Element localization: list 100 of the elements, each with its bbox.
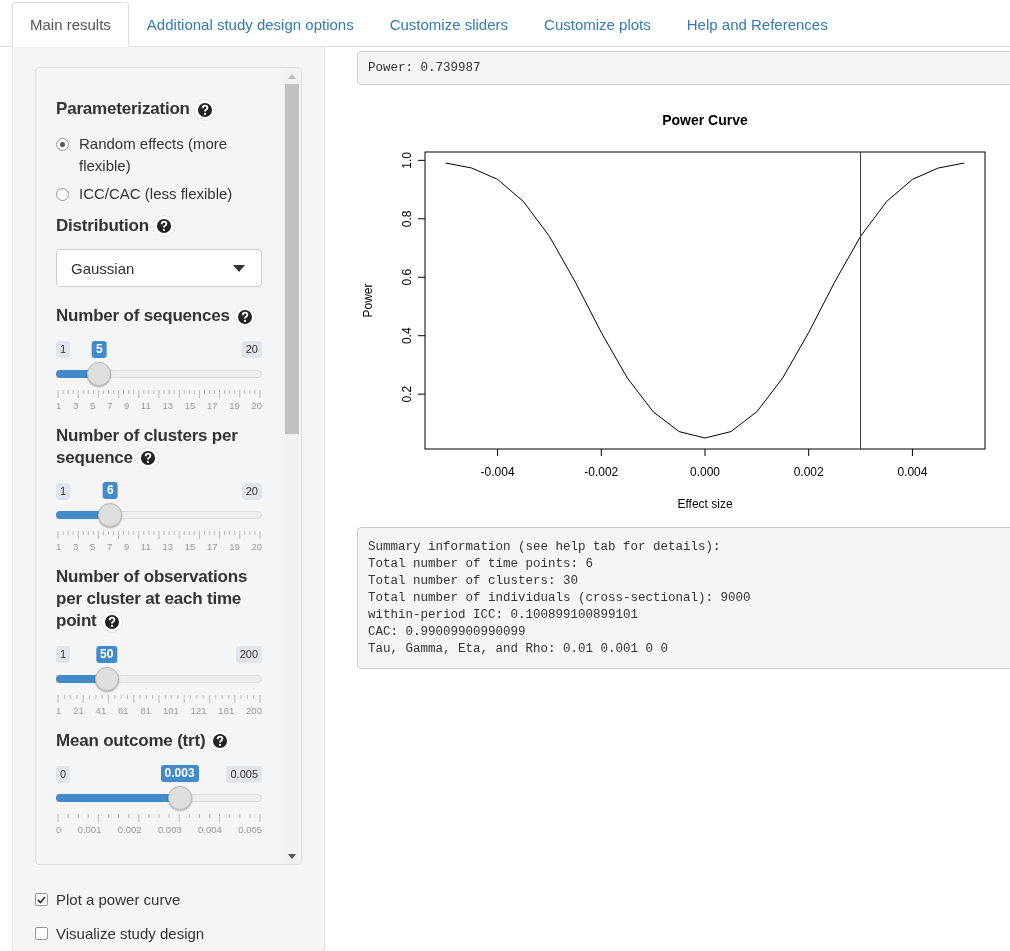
tab[interactable]: Customize plots xyxy=(526,2,669,47)
help-icon[interactable] xyxy=(136,447,159,470)
slider-control[interactable] xyxy=(56,361,262,386)
section-heading: Mean outcome (trt) xyxy=(56,729,262,753)
checkbox[interactable] xyxy=(35,927,48,940)
y-tick-label: 0.8 xyxy=(400,210,414,228)
slider-control[interactable] xyxy=(56,666,262,691)
radio-label: Random effects (more flexible) xyxy=(79,133,229,176)
y-tick-label: 0.4 xyxy=(400,327,414,345)
tick-label: 1 xyxy=(56,541,62,553)
tick-label: 0 xyxy=(56,824,62,836)
summary-line: Summary information (see help tab for details): xyxy=(368,540,722,554)
tick-label: 17 xyxy=(206,399,218,411)
x-tick-label: 0.002 xyxy=(793,465,824,479)
help-icon[interactable] xyxy=(100,610,123,633)
slider-max-label: 20 xyxy=(241,341,262,359)
y-tick-label: 0.6 xyxy=(400,268,414,286)
tick-label: 17 xyxy=(206,541,218,553)
tick-label: 3 xyxy=(72,541,79,553)
caret-icon xyxy=(233,264,245,272)
tick-label: 7 xyxy=(106,399,113,411)
summary-line: CAC: 0.99009900990099 xyxy=(368,625,527,639)
tick-label: 19 xyxy=(229,541,240,553)
section-heading: Parameterization xyxy=(56,98,262,121)
tick-label: 20 xyxy=(251,541,262,553)
y-axis-label: Power xyxy=(361,283,375,318)
checkbox-label: Plot a power curve xyxy=(56,891,181,908)
tick-label: 0.001 xyxy=(77,824,102,836)
scroll-down-icon[interactable] xyxy=(287,853,296,859)
slider-max-label: 200 xyxy=(235,646,262,664)
y-tick-label: 1.0 xyxy=(400,152,414,169)
tick-label: 5 xyxy=(89,541,96,553)
summary-line: Total number of clusters: 30 xyxy=(368,574,580,588)
tab[interactable]: Customize sliders xyxy=(371,2,527,47)
x-tick-label: -0.002 xyxy=(584,465,619,479)
checkbox[interactable] xyxy=(35,893,48,906)
tab[interactable]: Main results xyxy=(12,2,129,47)
slider-value-label: 50 xyxy=(96,645,118,663)
radio-label: ICC/CAC (less flexible) xyxy=(79,183,233,204)
checkbox-label: Visualize study design xyxy=(56,925,205,942)
tick-label: 7 xyxy=(106,541,113,553)
tick-label: 41 xyxy=(95,704,107,716)
scrollbar[interactable] xyxy=(284,68,299,864)
tick-label: 21 xyxy=(73,704,84,716)
slider-handle[interactable] xyxy=(94,666,119,691)
tick-label: 0.005 xyxy=(238,824,262,836)
tick-label: 11 xyxy=(140,541,151,553)
x-axis-label: Effect size xyxy=(677,497,733,511)
tick-label: 5 xyxy=(89,399,96,411)
section-heading: Number of observations per cluster at each time point xyxy=(56,566,249,633)
help-icon[interactable] xyxy=(209,730,232,753)
power-output: Power: 0.739987 xyxy=(357,51,1010,85)
tick-label: 11 xyxy=(140,399,151,411)
slider-min-label: 1 xyxy=(56,482,71,500)
slider-min-label: 1 xyxy=(56,341,71,359)
help-icon[interactable] xyxy=(193,98,216,121)
section-heading: Number of clusters per sequence xyxy=(56,424,262,470)
section-heading: Distribution xyxy=(56,214,262,238)
x-tick-label: 0.000 xyxy=(690,465,720,479)
slider-handle[interactable] xyxy=(167,786,192,811)
slider-handle[interactable] xyxy=(87,361,112,386)
distribution-select[interactable]: Gaussian xyxy=(56,249,262,288)
y-tick-label: 0.2 xyxy=(400,385,414,403)
tick-label: 0.004 xyxy=(198,824,222,836)
slider-value-label: 5 xyxy=(92,340,107,358)
slider-control[interactable] xyxy=(56,503,262,528)
slider-control[interactable] xyxy=(56,786,262,811)
slider-max-label: 0.005 xyxy=(226,765,262,783)
tick-label: 0.003 xyxy=(157,824,182,836)
tick-label: 19 xyxy=(229,399,240,411)
help-icon[interactable] xyxy=(233,305,256,328)
summary-line: Total number of individuals (cross-sectional): 9000 xyxy=(368,591,752,605)
tick-label: 0.002 xyxy=(117,824,142,836)
tab[interactable]: Additional study design options xyxy=(128,2,372,47)
tick-label: 101 xyxy=(162,704,179,716)
tick-label: 61 xyxy=(118,704,129,716)
slider-value-label: 0.003 xyxy=(160,765,199,783)
slider-min-label: 0 xyxy=(56,765,71,783)
tick-label: 15 xyxy=(184,399,196,411)
slider-max-label: 20 xyxy=(241,482,262,500)
tick-label: 20 xyxy=(251,399,262,411)
summary-line: Tau, Gamma, Eta, and Rho: 0.01 0.001 0 0 xyxy=(368,642,670,656)
slider-min-label: 1 xyxy=(56,646,71,664)
tick-label: 1 xyxy=(56,399,62,411)
tick-label: 81 xyxy=(140,704,152,716)
radio-button[interactable] xyxy=(56,137,69,151)
tab[interactable]: Help and References xyxy=(668,2,846,47)
x-tick-label: -0.004 xyxy=(480,465,515,479)
tick-label: 13 xyxy=(162,541,173,553)
x-tick-label: 0.004 xyxy=(897,465,928,479)
section-heading: Number of sequences xyxy=(56,305,262,328)
radio-button[interactable] xyxy=(56,187,69,201)
chart-title: Power Curve xyxy=(662,112,748,128)
scroll-up-icon[interactable] xyxy=(287,73,296,79)
tick-label: 200 xyxy=(246,704,262,716)
tick-label: 1 xyxy=(56,704,62,716)
help-icon[interactable] xyxy=(153,215,175,238)
tick-label: 161 xyxy=(218,704,235,716)
slider-handle[interactable] xyxy=(98,503,123,528)
summary-line: Total number of time points: 6 xyxy=(368,557,595,571)
